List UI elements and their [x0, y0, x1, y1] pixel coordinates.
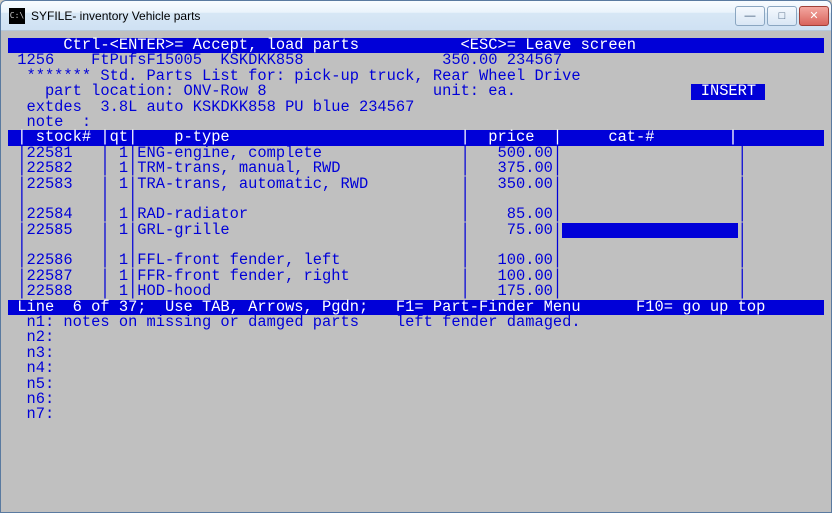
minimize-button[interactable]: —	[735, 6, 765, 26]
window-title: SYFILE- inventory Vehicle parts	[31, 9, 735, 23]
terminal[interactable]: Ctrl-<ENTER>= Accept, load parts <ESC>= …	[8, 38, 824, 505]
app-window: C:\ SYFILE- inventory Vehicle parts — □ …	[0, 0, 832, 513]
note-n7: n7:	[8, 407, 54, 422]
unit-label: unit:	[433, 84, 488, 99]
titlebar[interactable]: C:\ SYFILE- inventory Vehicle parts — □ …	[1, 1, 831, 31]
maximize-button[interactable]: □	[767, 6, 797, 26]
app-icon: C:\	[9, 8, 25, 24]
client-area: Ctrl-<ENTER>= Accept, load parts <ESC>= …	[1, 31, 831, 512]
note-n1-left[interactable]: notes on missing or damged parts	[54, 315, 396, 330]
insert-indicator: INSERT	[691, 84, 765, 99]
note-n1-right[interactable]: left fender damaged.	[396, 315, 581, 330]
close-button[interactable]: ✕	[799, 6, 829, 26]
unit-value: ea.	[488, 84, 691, 99]
